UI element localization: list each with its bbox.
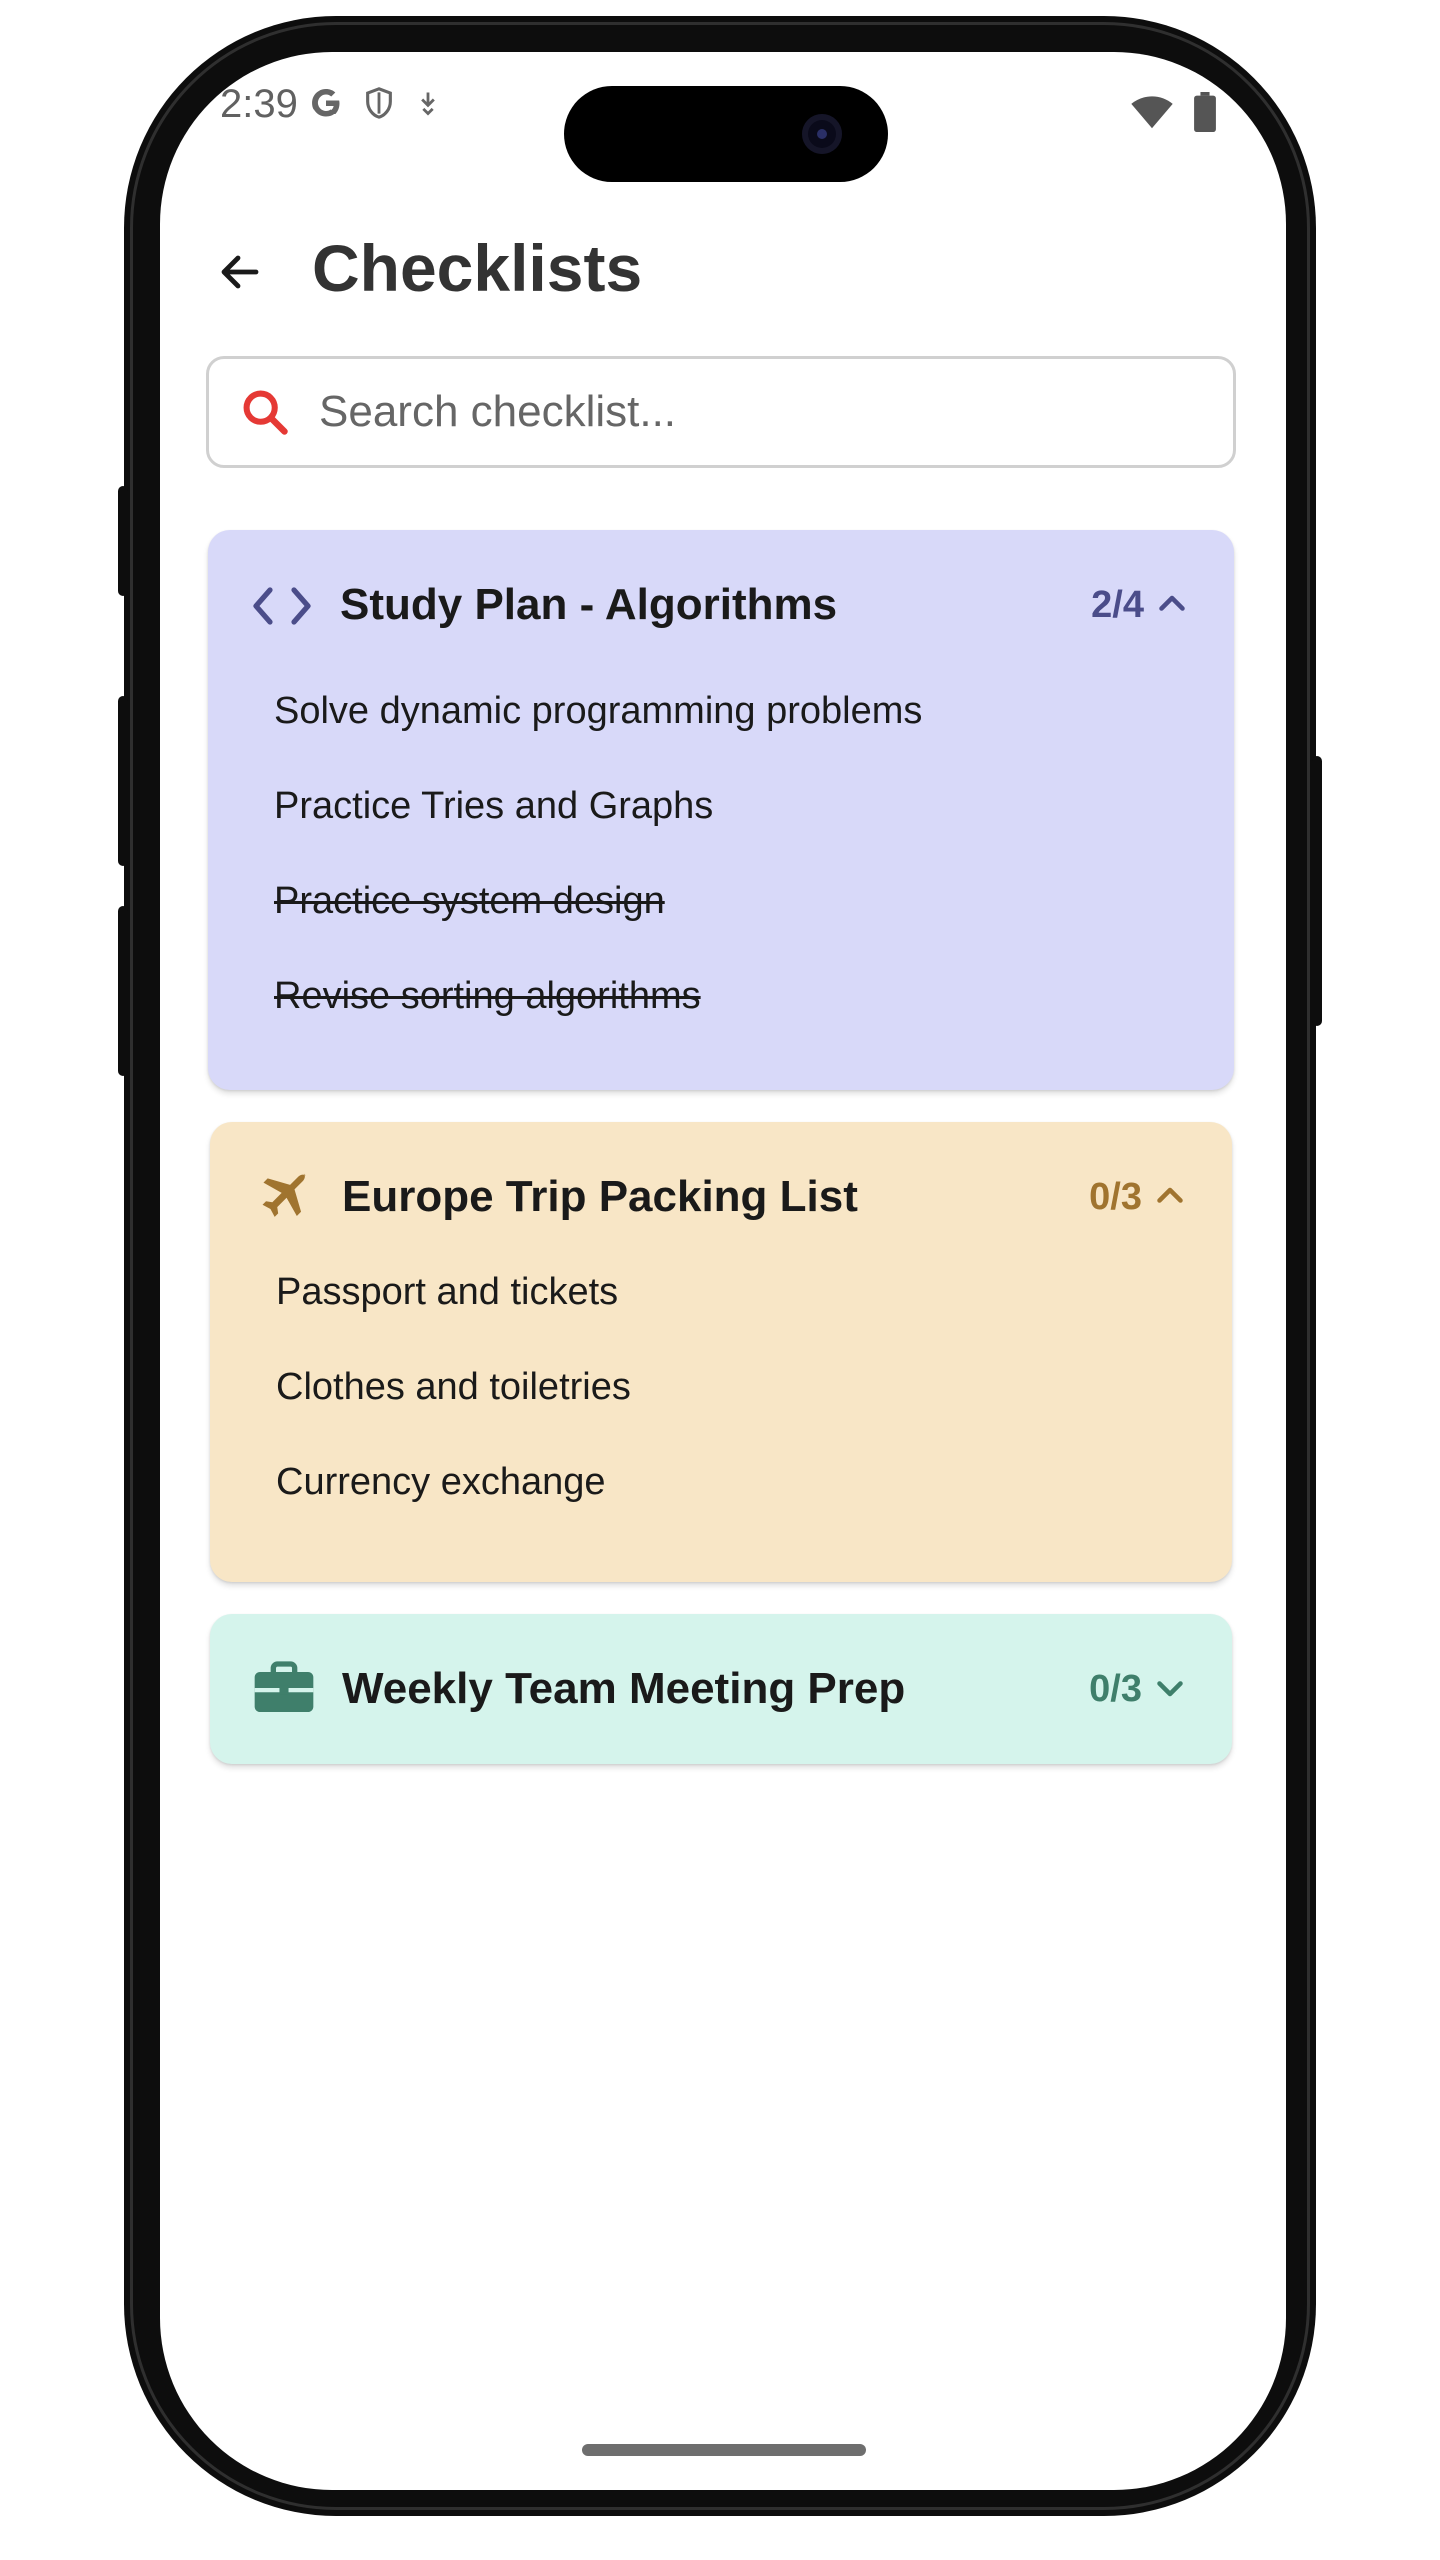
checklist-title: Europe Trip Packing List	[342, 1172, 858, 1221]
volume-down-button	[118, 906, 128, 1076]
checklist-card-study-plan[interactable]: Study Plan - Algorithms 2/4 Solve dynami…	[208, 530, 1234, 1090]
wifi-icon	[1130, 94, 1174, 135]
google-icon	[308, 85, 344, 126]
shield-icon	[362, 85, 396, 126]
checklist-title: Weekly Team Meeting Prep	[342, 1664, 906, 1713]
front-camera	[802, 114, 842, 154]
back-button[interactable]	[200, 232, 280, 312]
checklist-item[interactable]: Currency exchange	[276, 1457, 1232, 1552]
checklist-progress: 2/4	[1091, 584, 1144, 626]
checklist-item[interactable]: Clothes and toiletries	[276, 1362, 1232, 1457]
checklist-title: Study Plan - Algorithms	[340, 580, 838, 629]
checklist-header[interactable]: Study Plan - Algorithms 2/4	[208, 530, 1234, 680]
status-icons-right	[1130, 92, 1216, 137]
chevron-down-icon[interactable]	[1152, 1670, 1188, 1706]
checklist-progress: 0/3	[1089, 1176, 1142, 1218]
download-icon	[414, 86, 442, 125]
checklist-item-done[interactable]: Practice system design	[274, 876, 1234, 971]
power-button	[1312, 756, 1322, 1026]
arrow-left-icon	[221, 255, 259, 289]
briefcase-icon	[252, 1656, 316, 1720]
code-icon	[250, 574, 314, 638]
checklist-item-done[interactable]: Revise sorting algorithms	[274, 971, 1234, 1066]
checklist-card-europe-trip[interactable]: Europe Trip Packing List 0/3 Passport an…	[210, 1122, 1232, 1582]
checklist-item[interactable]: Solve dynamic programming problems	[274, 686, 1234, 781]
battery-icon	[1194, 92, 1216, 137]
checklist-header[interactable]: Europe Trip Packing List 0/3	[210, 1122, 1232, 1267]
phone-screen: 2:39 Checklists Search checklist... Stud…	[160, 52, 1286, 2490]
volume-up-button	[118, 696, 128, 866]
airplane-icon	[252, 1166, 316, 1230]
checklist-item[interactable]: Passport and tickets	[276, 1267, 1232, 1362]
silent-switch	[118, 486, 128, 596]
page-title: Checklists	[312, 231, 643, 305]
dynamic-island	[564, 86, 888, 182]
search-input[interactable]	[317, 386, 1201, 438]
search-bar[interactable]	[206, 356, 1236, 468]
checklist-item[interactable]: Practice Tries and Graphs	[274, 781, 1234, 876]
chevron-up-icon[interactable]	[1154, 586, 1190, 622]
search-icon	[239, 384, 295, 440]
checklist-header[interactable]: Weekly Team Meeting Prep 0/3	[210, 1614, 1232, 1764]
checklist-items: Solve dynamic programming problems Pract…	[208, 680, 1234, 1066]
home-indicator[interactable]	[582, 2444, 866, 2456]
checklist-progress: 0/3	[1089, 1668, 1142, 1710]
chevron-up-icon[interactable]	[1152, 1178, 1188, 1214]
checklist-items: Passport and tickets Clothes and toiletr…	[210, 1267, 1232, 1552]
checklist-card-team-meeting[interactable]: Weekly Team Meeting Prep 0/3	[210, 1614, 1232, 1764]
status-time: 2:39	[220, 82, 298, 126]
status-icons-left	[308, 85, 442, 126]
